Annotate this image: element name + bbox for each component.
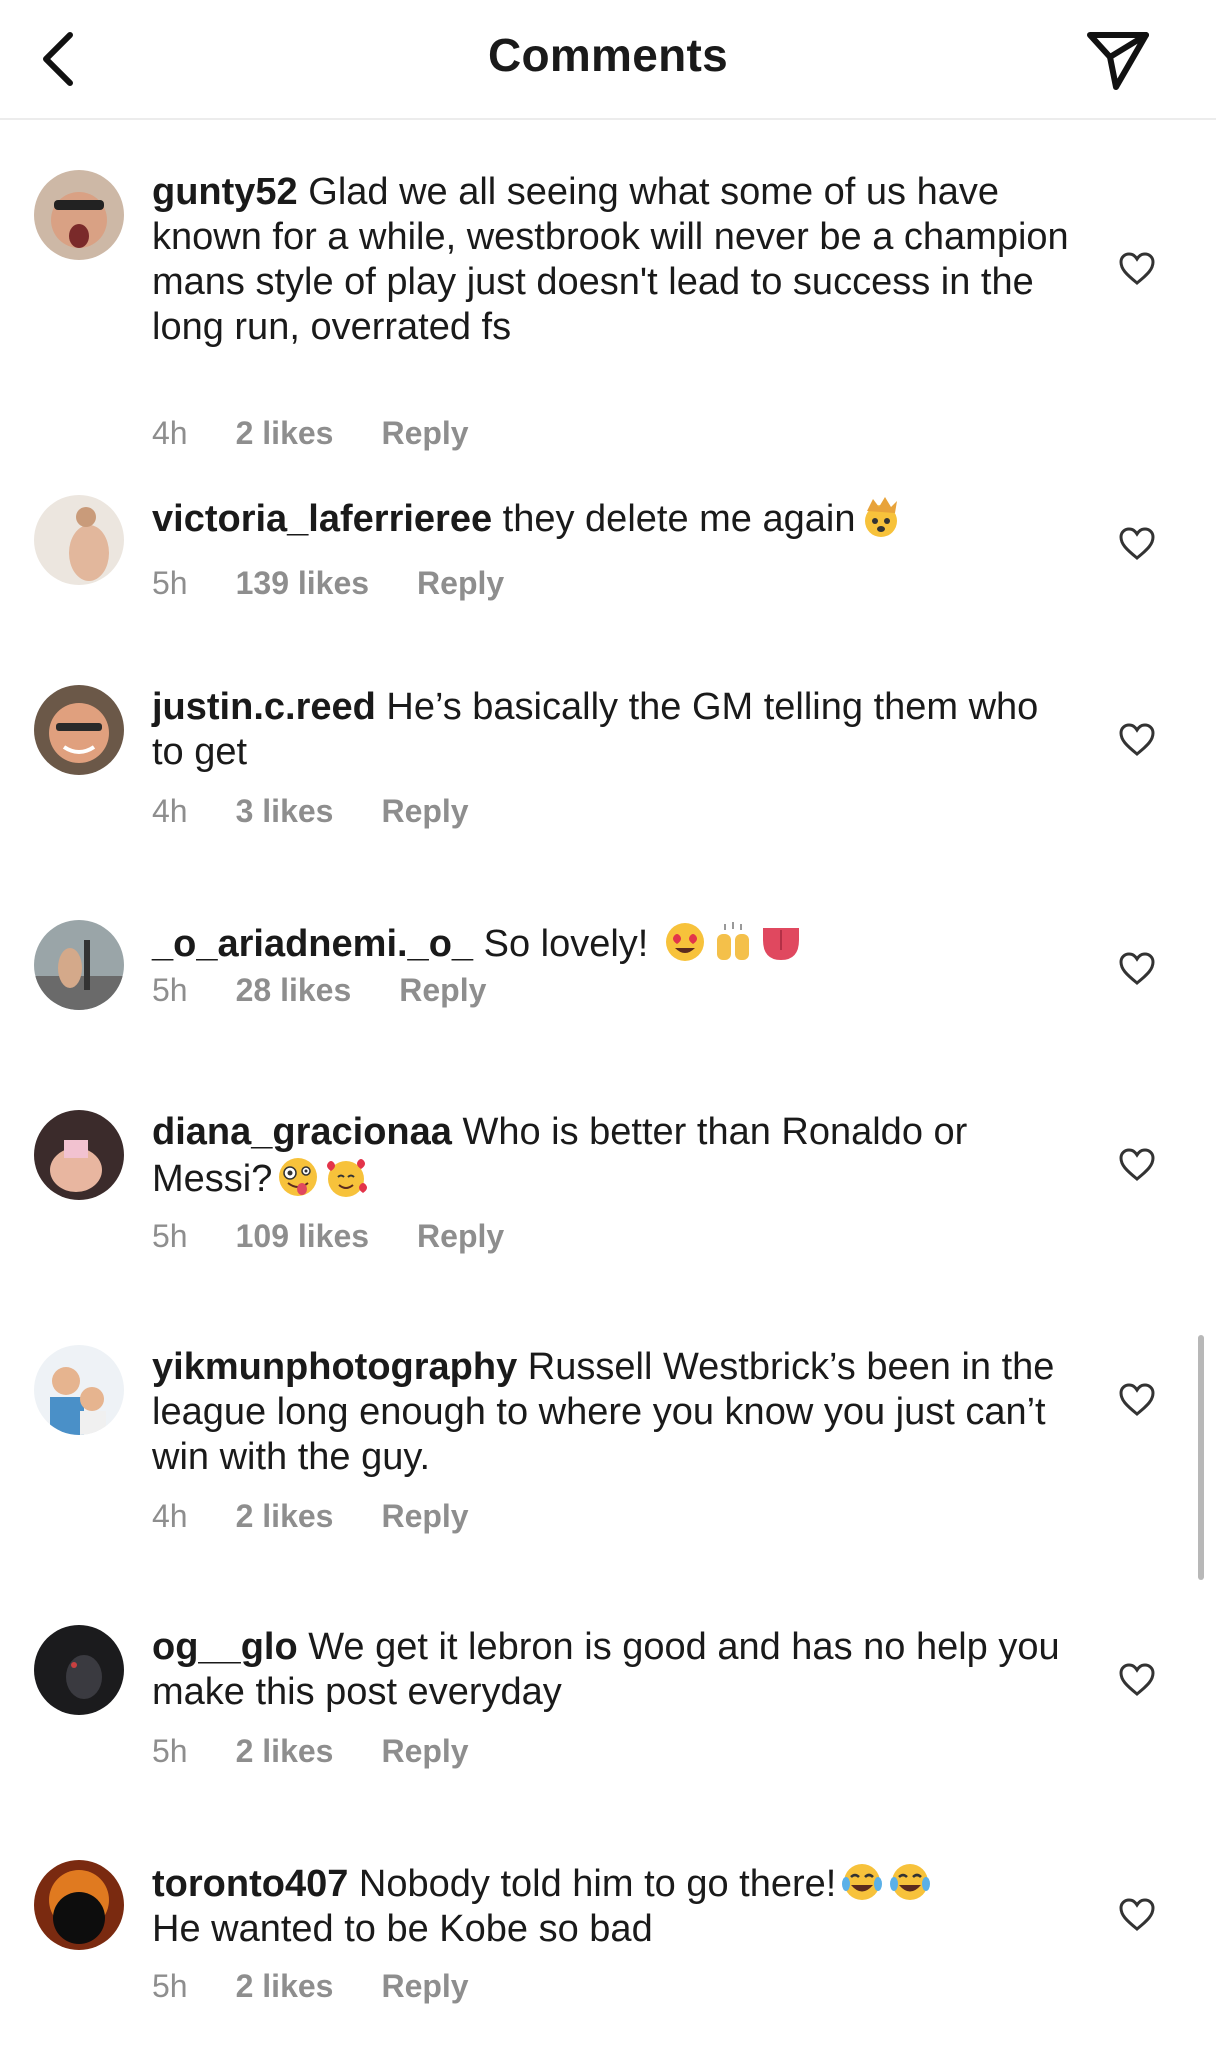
avatar[interactable] [34, 920, 124, 1010]
avatar[interactable] [34, 685, 124, 775]
reply-button[interactable]: Reply [381, 1498, 468, 1535]
likes-count[interactable]: 2 likes [236, 1968, 334, 2005]
avatar[interactable] [34, 1625, 124, 1715]
reply-button[interactable]: Reply [417, 565, 504, 602]
comment-username[interactable]: _o_ariadnemi._o_ [152, 923, 473, 965]
paper-plane-icon [1087, 32, 1149, 90]
raising-hands-emoji [716, 922, 749, 960]
reply-button[interactable]: Reply [381, 1968, 468, 2005]
heart-icon[interactable] [1118, 527, 1156, 561]
smiling-hearts-emoji [327, 1159, 368, 1197]
likes-count[interactable]: 2 likes [236, 1733, 334, 1770]
reply-button[interactable]: Reply [417, 1218, 504, 1255]
heart-icon[interactable] [1118, 1663, 1156, 1697]
comment-time: 5h [152, 1733, 188, 1769]
comment-username[interactable]: yikmunphotography [152, 1346, 517, 1388]
comment-meta: 4h 2 likes Reply [152, 1498, 469, 1535]
avatar[interactable] [34, 1860, 124, 1950]
comment-body: So lovely! [473, 923, 659, 965]
comment-meta: 5h 109 likes Reply [152, 1218, 504, 1255]
comment-username[interactable]: justin.c.reed [152, 686, 376, 728]
reply-button[interactable]: Reply [399, 972, 486, 1009]
comment-time: 4h [152, 1498, 188, 1534]
tears-of-joy-emoji [842, 1864, 883, 1900]
avatar[interactable] [34, 1345, 124, 1435]
comment-body-line2: He wanted to be Kobe so bad [152, 1908, 653, 1950]
comment-meta: 4h 2 likes Reply [152, 415, 469, 452]
comment-body: they delete me again [492, 498, 856, 540]
likes-count[interactable]: 109 likes [236, 1218, 369, 1255]
scrollbar[interactable] [1198, 1335, 1204, 1580]
likes-count[interactable]: 2 likes [236, 1498, 334, 1535]
comment-text: diana_gracionaa Who is better than Ronal… [152, 1110, 1072, 1202]
likes-count[interactable]: 2 likes [236, 415, 334, 452]
page-title: Comments [487, 29, 729, 81]
avatar[interactable] [34, 170, 124, 260]
avatar[interactable] [34, 1110, 124, 1200]
comments-header: Comments [0, 0, 1216, 120]
tears-of-joy-emoji [890, 1864, 931, 1900]
comment-meta: 4h 3 likes Reply [152, 793, 469, 830]
comment-meta: 5h 139 likes Reply [152, 565, 504, 602]
comment-time: 5h [152, 972, 188, 1008]
likes-count[interactable]: 28 likes [236, 972, 352, 1009]
comment-username[interactable]: gunty52 [152, 171, 298, 213]
comment-text: yikmunphotography Russell Westbrick’s be… [152, 1345, 1072, 1480]
reply-button[interactable]: Reply [381, 1733, 468, 1770]
tongue-emoji [762, 928, 799, 960]
comment-text: _o_ariadnemi._o_ So lovely! [152, 920, 1072, 967]
exploding-head-emoji [865, 497, 898, 537]
comment-username[interactable]: og__glo [152, 1626, 298, 1668]
heart-icon[interactable] [1118, 952, 1156, 986]
heart-icon[interactable] [1118, 1383, 1156, 1417]
heart-icon[interactable] [1118, 723, 1156, 757]
comment-time: 5h [152, 1218, 188, 1254]
likes-count[interactable]: 3 likes [236, 793, 334, 830]
comment-username[interactable]: victoria_laferrieree [152, 498, 492, 540]
comment-time: 4h [152, 793, 188, 829]
heart-icon[interactable] [1118, 252, 1156, 286]
reply-button[interactable]: Reply [381, 793, 468, 830]
comment-meta: 5h 2 likes Reply [152, 1968, 469, 2005]
heart-icon[interactable] [1118, 1898, 1156, 1932]
share-button[interactable] [1082, 24, 1154, 96]
comment-text: victoria_laferrieree they delete me agai… [152, 495, 1072, 542]
zany-face-emoji [279, 1158, 318, 1196]
avatar[interactable] [34, 495, 124, 585]
comment-text: og__glo We get it lebron is good and has… [152, 1625, 1072, 1715]
comment-text: toronto407 Nobody told him to go there! H… [152, 1860, 1072, 1952]
comment-meta: 5h 2 likes Reply [152, 1733, 469, 1770]
comment-time: 5h [152, 565, 188, 601]
heart-icon[interactable] [1118, 1148, 1156, 1182]
comment-time: 4h [152, 415, 188, 451]
comment-username[interactable]: toronto407 [152, 1863, 348, 1905]
comment-meta: 5h 28 likes Reply [152, 972, 486, 1009]
comment-username[interactable]: diana_gracionaa [152, 1111, 452, 1153]
comment-time: 5h [152, 1968, 188, 2004]
reply-button[interactable]: Reply [381, 415, 468, 452]
comment-body: Nobody told him to go there! [348, 1863, 837, 1905]
heart-eyes-emoji [665, 923, 704, 961]
comment-text: justin.c.reed He’s basically the GM tell… [152, 685, 1072, 775]
comment-text: gunty52 Glad we all seeing what some of … [152, 170, 1072, 350]
likes-count[interactable]: 139 likes [236, 565, 369, 602]
